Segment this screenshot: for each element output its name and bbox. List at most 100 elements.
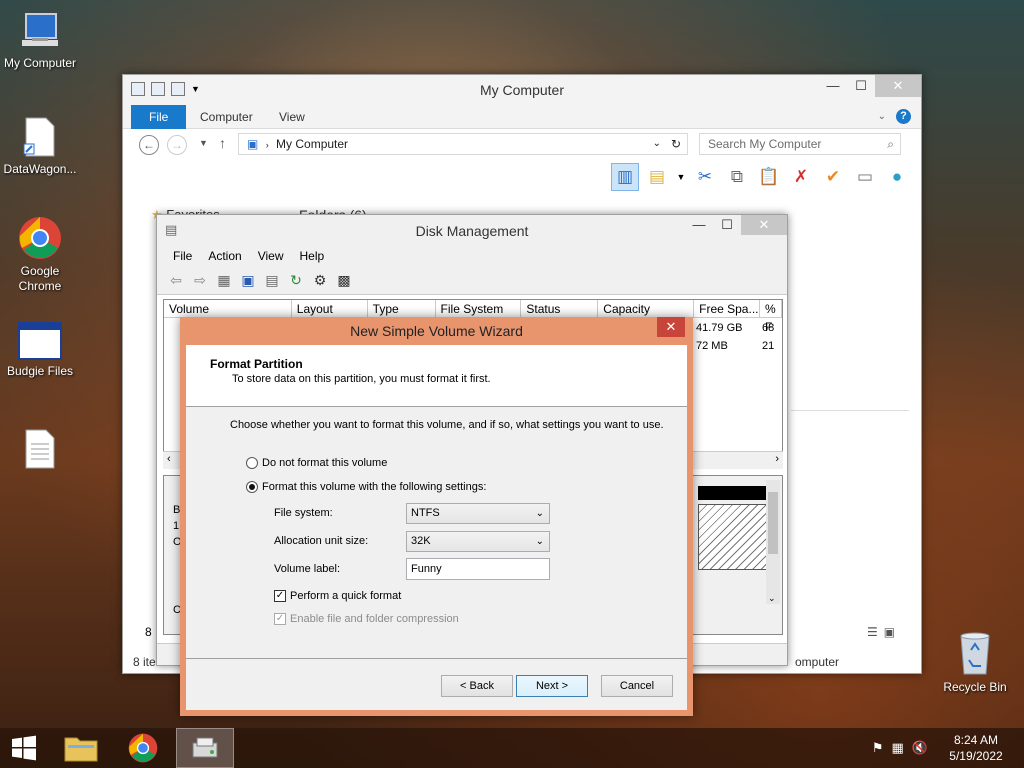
radio-format-volume[interactable]: Format this volume with the following se… <box>246 481 486 493</box>
recent-locations-icon[interactable]: ▼ <box>199 138 208 148</box>
desktop-icon-recycle-bin[interactable]: Recycle Bin <box>935 630 1015 695</box>
paste-icon[interactable]: 📋 <box>755 163 783 191</box>
desktop-icon-text-file[interactable] <box>0 428 80 474</box>
recycle-bin-icon <box>957 630 993 676</box>
network-icon[interactable]: ▦ <box>892 740 904 756</box>
tab-view[interactable]: View <box>265 105 319 129</box>
radio-do-not-format[interactable]: Do not format this volume <box>246 457 387 469</box>
volume-list-header: Volume Layout Type File System Status Ca… <box>164 300 782 334</box>
forward-arrow-icon[interactable]: → <box>167 135 187 155</box>
properties-icon[interactable]: ▤ <box>263 272 281 289</box>
allocation-unit-size-select[interactable]: 32K ⌄ <box>406 531 550 552</box>
column-percent-free[interactable]: % F <box>760 300 782 334</box>
rename-icon[interactable]: ▭ <box>851 163 879 191</box>
volume-row-free[interactable]: 41.79 GB <box>696 322 742 334</box>
taskbar-disk-management[interactable] <box>176 728 234 768</box>
volume-row-free[interactable]: 72 MB <box>696 340 728 352</box>
show-hide-console-icon[interactable]: ▦ <box>215 272 233 289</box>
minimize-button[interactable]: — <box>819 75 847 97</box>
menu-help[interactable]: Help <box>292 245 333 267</box>
large-icons-view-icon[interactable]: ▣ <box>884 625 895 639</box>
wizard-titlebar[interactable]: New Simple Volume Wizard ✕ <box>186 317 687 345</box>
explorer-titlebar[interactable]: ▼ My Computer — ☐ ✕ <box>123 75 921 105</box>
cut-icon[interactable]: ✂ <box>691 163 719 191</box>
back-button[interactable]: < Back <box>441 675 513 697</box>
column-file-system[interactable]: File System <box>436 300 522 317</box>
folder-properties-icon[interactable]: ▤ <box>643 163 671 191</box>
radio-button[interactable] <box>246 481 258 493</box>
search-input[interactable]: Search My Computer ⌕ <box>699 133 901 155</box>
back-arrow-icon[interactable]: ← <box>139 135 159 155</box>
dropdown-icon[interactable]: ▼ <box>675 163 687 191</box>
next-button[interactable]: Next > <box>516 675 588 697</box>
address-dropdown-icon[interactable]: ⌄ <box>653 134 661 154</box>
maximize-button[interactable]: ☐ <box>847 75 875 97</box>
desktop-icon-google-chrome[interactable]: Google Chrome <box>0 216 80 294</box>
up-arrow-icon[interactable]: ↑ <box>219 135 226 151</box>
volume-muted-icon[interactable]: 🔇 <box>912 740 928 756</box>
footer-divider <box>186 658 687 659</box>
radio-label: Format this volume with the following se… <box>262 481 487 493</box>
checkmark-icon[interactable]: ✔ <box>819 163 847 191</box>
column-capacity[interactable]: Capacity <box>598 300 695 317</box>
column-volume[interactable]: Volume <box>164 300 292 317</box>
checkbox: ✓ <box>274 613 286 625</box>
file-system-select[interactable]: NTFS ⌄ <box>406 503 550 524</box>
tab-file[interactable]: File <box>131 105 187 129</box>
address-bar[interactable]: ▣ › My Computer ⌄ ↻ <box>238 133 688 155</box>
taskbar-file-explorer[interactable] <box>52 728 110 768</box>
refresh-icon[interactable]: ↻ <box>287 272 305 289</box>
close-button[interactable]: ✕ <box>741 215 787 235</box>
desktop-icon-datawagon[interactable]: DataWagon... <box>0 116 80 177</box>
details-view-icon[interactable]: ☰ <box>867 625 878 639</box>
disk-icon[interactable]: ▩ <box>335 272 353 289</box>
settings-icon[interactable]: ⚙ <box>311 272 329 289</box>
column-status[interactable]: Status <box>521 300 599 317</box>
help-icon[interactable]: ▣ <box>239 272 257 289</box>
volume-label-input[interactable]: Funny <box>406 558 550 580</box>
scroll-left-icon[interactable]: ‹ <box>167 453 171 465</box>
disk-management-titlebar[interactable]: ▤ Disk Management — ☐ ✕ <box>157 215 787 245</box>
volume-row-percent[interactable]: 21 <box>762 340 774 352</box>
volume-row-percent[interactable]: 68 <box>762 322 774 334</box>
scroll-down-icon[interactable]: ⌄ <box>768 593 776 604</box>
maximize-button[interactable]: ☐ <box>713 215 741 235</box>
action-center-flag-icon[interactable]: ⚑ <box>872 740 884 756</box>
desktop-icon-my-computer[interactable]: My Computer <box>0 10 80 71</box>
globe-icon[interactable]: ● <box>883 163 911 191</box>
clock[interactable]: 8:24 AM 5/19/2022 <box>946 732 1006 764</box>
unallocated-partition[interactable] <box>698 504 770 570</box>
column-type[interactable]: Type <box>368 300 436 317</box>
start-button[interactable] <box>0 728 48 768</box>
scroll-right-icon[interactable]: › <box>775 453 779 465</box>
vertical-scrollbar[interactable]: ⌄ <box>766 480 780 604</box>
help-icon[interactable]: ? <box>896 109 911 124</box>
volume-label-label: Volume label: <box>274 563 341 575</box>
column-free-space[interactable]: Free Spa... <box>694 300 761 317</box>
ribbon-tabs: File Computer View ⌄ ? <box>123 105 921 129</box>
tab-computer[interactable]: Computer <box>186 105 267 129</box>
delete-icon[interactable]: ✗ <box>787 163 815 191</box>
minimize-button[interactable]: — <box>685 215 713 235</box>
computer-icon: ▣ <box>247 137 259 151</box>
forward-arrow-icon[interactable]: ⇨ <box>191 272 209 289</box>
checkbox[interactable]: ✓ <box>274 590 286 602</box>
refresh-icon[interactable]: ↻ <box>671 134 681 154</box>
menu-file[interactable]: File <box>165 245 200 267</box>
close-button[interactable]: ✕ <box>875 75 921 97</box>
chevron-down-icon[interactable]: ⌄ <box>878 111 886 122</box>
copy-icon[interactable]: ⧉ <box>723 163 751 191</box>
preview-pane-icon[interactable]: ▥ <box>611 163 639 191</box>
column-layout[interactable]: Layout <box>292 300 368 317</box>
close-button[interactable]: ✕ <box>657 317 685 337</box>
radio-button[interactable] <box>246 457 258 469</box>
quick-format-checkbox[interactable]: ✓ Perform a quick format <box>274 590 401 602</box>
breadcrumb-my-computer[interactable]: My Computer <box>276 137 348 151</box>
taskbar-chrome[interactable] <box>114 728 172 768</box>
scroll-thumb[interactable] <box>768 492 778 554</box>
desktop-icon-budgie-files[interactable]: Budgie Files <box>0 322 80 379</box>
back-arrow-icon[interactable]: ⇦ <box>167 272 185 289</box>
menu-view[interactable]: View <box>250 245 292 267</box>
cancel-button[interactable]: Cancel <box>601 675 673 697</box>
menu-action[interactable]: Action <box>200 245 249 267</box>
